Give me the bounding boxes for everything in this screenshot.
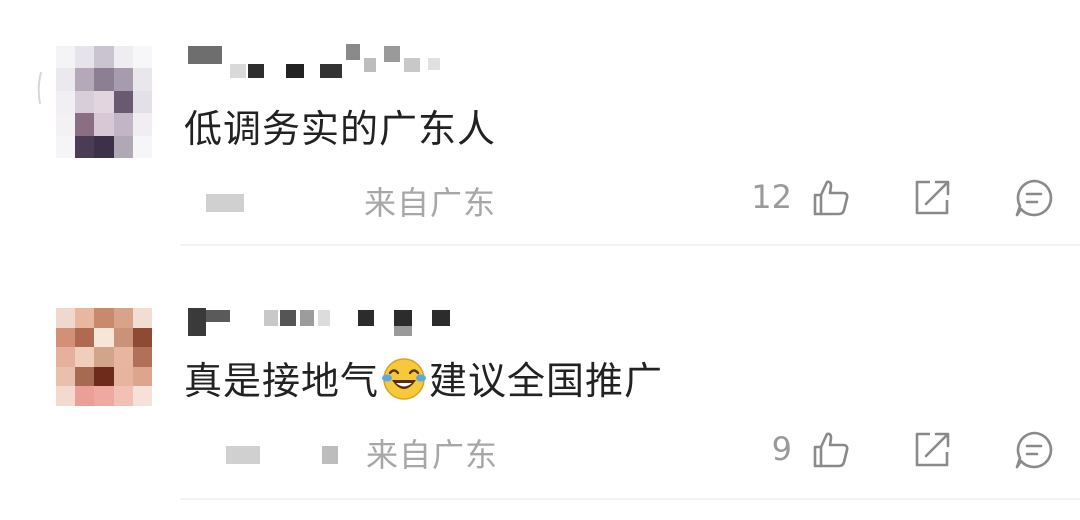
comment-text: 真是接地气 建议全国推广	[184, 350, 663, 405]
like-button[interactable]	[810, 428, 854, 472]
like-count: 12	[751, 178, 792, 216]
location-label: 来自广东	[364, 184, 497, 222]
divider	[180, 244, 1080, 246]
thumbs-up-icon	[813, 180, 849, 216]
divider	[180, 498, 1080, 500]
comment-text-part: 真是接地气	[184, 359, 380, 403]
username-blurred[interactable]	[188, 306, 468, 336]
like-button[interactable]	[810, 176, 854, 220]
reply-button[interactable]	[1012, 176, 1056, 220]
comment-meta: 来自广东 9	[0, 428, 1080, 474]
laughing-tears-emoji	[382, 358, 427, 400]
comment-icon	[1015, 431, 1053, 469]
like-count: 9	[771, 430, 792, 468]
time-blurred	[226, 446, 260, 464]
comment-text-part: 建议全国推广	[429, 359, 664, 403]
thumbs-up-icon	[813, 432, 849, 468]
comment-item: 低调务实的广东人 来自广东 12	[0, 0, 1080, 250]
username-blurred[interactable]	[188, 44, 468, 78]
comment-icon	[1015, 179, 1053, 217]
time-blurred	[206, 194, 244, 212]
comment-meta: 来自广东 12	[0, 176, 1080, 222]
reply-button[interactable]	[1012, 428, 1056, 472]
share-button[interactable]	[910, 428, 954, 472]
share-button[interactable]	[910, 176, 954, 220]
share-icon	[915, 432, 950, 467]
time-blurred	[322, 446, 338, 464]
avatar[interactable]	[56, 46, 152, 158]
gray-mark	[37, 71, 42, 105]
comment-item: 真是接地气 建议全国推广 来自广东 9	[0, 270, 1080, 510]
avatar[interactable]	[56, 308, 152, 406]
share-icon	[915, 180, 950, 215]
comment-text: 低调务实的广东人	[184, 107, 497, 151]
location-label: 来自广东	[366, 436, 499, 474]
